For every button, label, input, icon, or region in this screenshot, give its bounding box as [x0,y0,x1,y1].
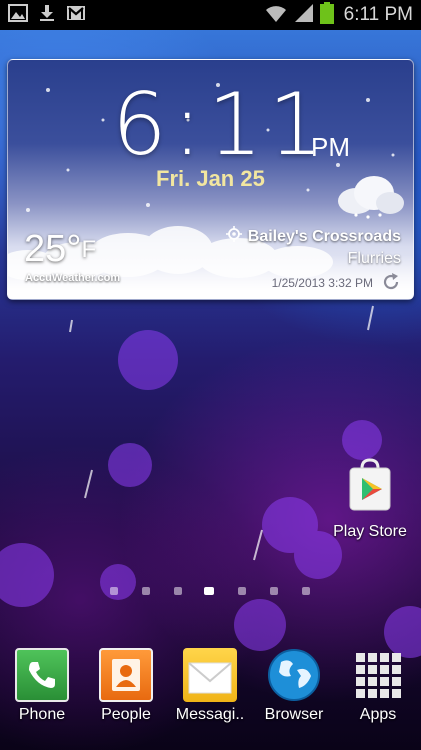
wifi-icon [264,3,288,28]
weather-condition: Flurries [347,250,401,267]
dock-messaging[interactable]: Messagi.. [168,648,252,724]
page-indicator[interactable] [0,587,421,597]
accuweather-logo: AccuWeather.com [25,272,121,284]
phone-icon [15,648,69,702]
dock-phone[interactable]: Phone [0,648,84,724]
browser-label: Browser [264,706,324,723]
phone-label: Phone [18,706,66,723]
messaging-label: Messagi.. [175,706,245,723]
snow-cloud-icon [334,173,406,224]
page-dot-active[interactable] [204,587,214,595]
signal-icon [294,3,314,28]
people-icon [99,648,153,702]
location[interactable]: Bailey's Crossroads [225,226,401,247]
dock-people[interactable]: People [84,648,168,724]
page-dot[interactable] [270,587,278,595]
clock-ampm: PM [311,132,350,162]
dock[interactable]: Phone People Messagi.. Browser Apps [0,648,421,728]
gallery-icon [8,3,28,27]
temperature-value: 25° [24,228,82,270]
page-dot[interactable] [110,587,118,595]
status-time: 6:11 PM [343,4,413,25]
updated-time: 1/25/2013 3:32 PM [271,276,373,290]
battery-icon [319,1,334,29]
page-dot[interactable] [174,587,182,595]
temperature: 25°F [24,228,96,271]
browser-icon [267,648,321,702]
messaging-icon [183,648,237,702]
location-target-icon [225,226,242,247]
download-icon [38,4,56,27]
page-dot[interactable] [238,587,246,595]
apps-grid-icon [351,648,405,702]
page-dot[interactable] [142,587,150,595]
play-store-shortcut[interactable]: Play Store [330,458,410,541]
play-store-label: Play Store [333,523,407,540]
dock-apps[interactable]: Apps [336,648,420,724]
apps-label: Apps [359,706,397,723]
gmail-icon [66,5,86,26]
people-label: People [101,706,151,723]
dock-browser[interactable]: Browser [252,648,336,724]
location-name: Bailey's Crossroads [247,227,401,245]
status-bar[interactable]: 6:11 PM [0,0,421,30]
play-store-icon [342,458,398,518]
temperature-unit: F [81,236,97,263]
weather-widget[interactable]: 6:11 PM Fri. Jan 25 25°F AccuWeather.com… [7,59,414,300]
page-dot[interactable] [302,587,310,595]
clock-date: Fri. Jan 25 [156,166,265,191]
clock-time: 6:11 [112,75,330,175]
refresh-icon[interactable] [381,272,401,297]
